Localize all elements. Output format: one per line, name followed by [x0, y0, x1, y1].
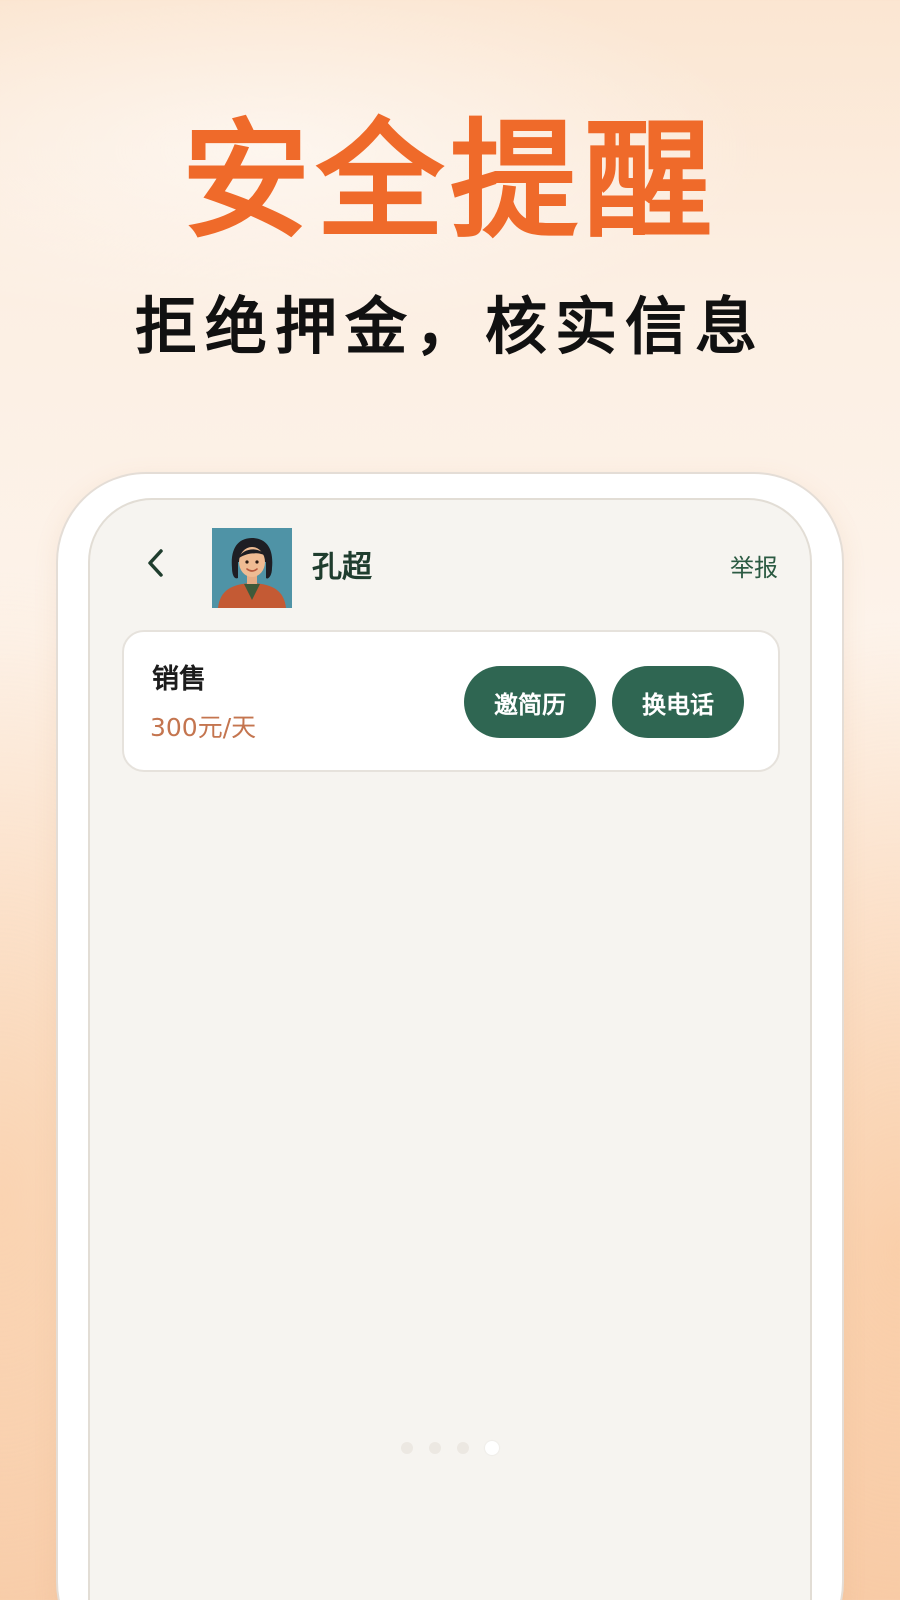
job-card[interactable]: 销售 300元/天 邀简历 换电话 — [122, 630, 780, 772]
job-salary: 300元/天 — [150, 713, 257, 742]
promo-headline: 安全提醒 — [181, 107, 718, 256]
invite-resume-button[interactable]: 邀简历 — [464, 666, 596, 738]
chat-screen: 孔超 举报 销售 300元/天 邀简历 换电话 — [88, 498, 812, 1600]
job-title: 销售 — [152, 664, 206, 695]
exchange-phone-button[interactable]: 换电话 — [612, 666, 744, 738]
back-button[interactable] — [136, 540, 176, 590]
page-indicator — [390, 1438, 510, 1458]
contact-name: 孔超 — [312, 550, 372, 585]
page-dot — [401, 1442, 413, 1454]
avatar[interactable] — [212, 528, 292, 608]
page-dot — [429, 1442, 441, 1454]
page-dot — [457, 1442, 469, 1454]
page-dot-active — [485, 1441, 499, 1455]
promo-subline: 拒绝押金，核实信息 — [134, 290, 765, 363]
report-link[interactable]: 举报 — [730, 548, 778, 588]
chevron-left-icon — [144, 546, 168, 584]
